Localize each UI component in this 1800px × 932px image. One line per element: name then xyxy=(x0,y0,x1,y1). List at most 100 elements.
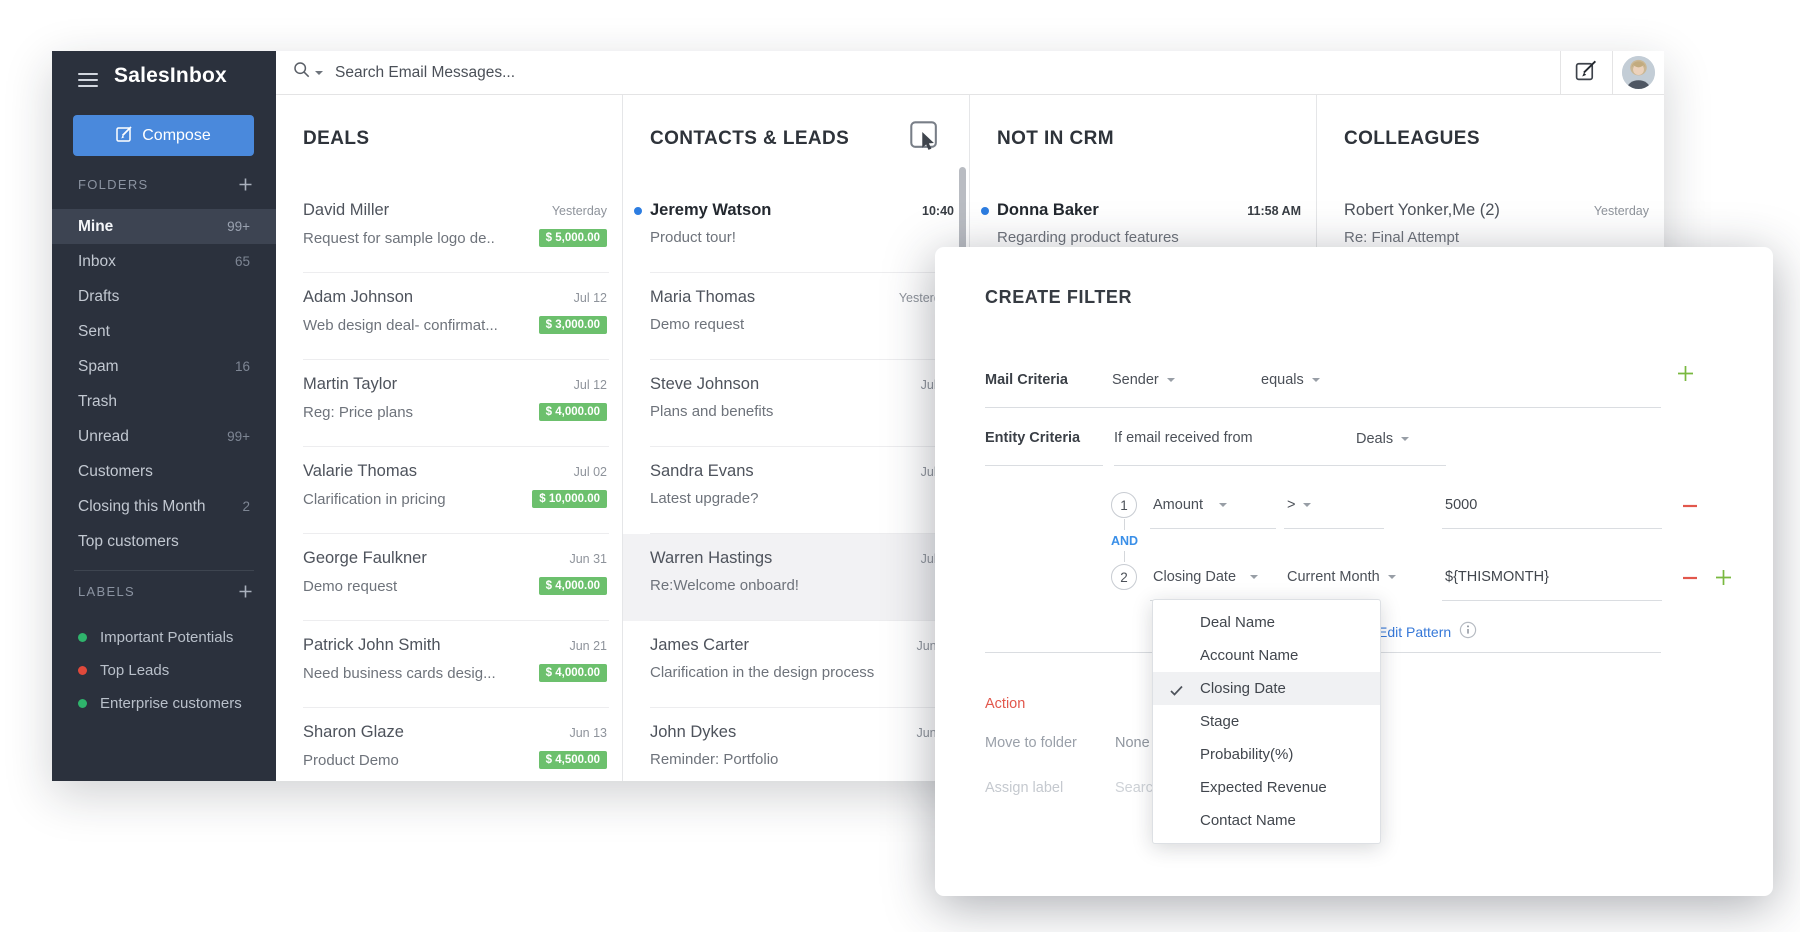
remove-condition-1-icon[interactable] xyxy=(1683,503,1697,509)
sidebar-item-mine[interactable]: Mine 99+ xyxy=(52,209,276,244)
condition-1-field-select[interactable]: Amount xyxy=(1153,497,1227,513)
sidebar-item-top-customers[interactable]: Top customers xyxy=(52,524,276,559)
new-message-button[interactable] xyxy=(1560,51,1612,94)
sidebar-item-spam[interactable]: Spam 16 xyxy=(52,349,276,384)
mail-criteria-underline xyxy=(985,407,1661,408)
email-subject: Regarding product features xyxy=(997,229,1179,246)
condition-1-value-input[interactable]: 5000 xyxy=(1445,497,1477,513)
sidebar-label-enterprise-customers[interactable]: Enterprise customers xyxy=(52,687,276,720)
add-label-icon[interactable] xyxy=(239,585,252,598)
email-date: Jun 31 xyxy=(569,552,607,566)
condition-2-field-select[interactable]: Closing Date xyxy=(1153,569,1259,585)
email-list-item[interactable]: George Faulkner Jun 31 Demo request $ 4,000… xyxy=(276,534,622,621)
column-deals: DEALS David Miller Yesterday Request for sa… xyxy=(276,95,623,781)
check-icon xyxy=(1170,683,1183,700)
condition-2-number: 2 xyxy=(1111,564,1137,590)
email-list-item[interactable]: David Miller Yesterday Request for sample … xyxy=(276,186,622,273)
add-folder-icon[interactable] xyxy=(239,178,252,191)
sender-name: Martin Taylor xyxy=(303,375,398,393)
field-dropdown-menu: Deal Name Account Name Closing Date Stage P… xyxy=(1152,599,1381,844)
email-subject: Demo request xyxy=(303,577,398,595)
entity-select[interactable]: Deals xyxy=(1356,431,1410,447)
deal-amount-badge: $ 4,000.00 xyxy=(538,664,607,682)
hamburger-menu-icon[interactable] xyxy=(78,73,98,87)
mail-criteria-operator-value: equals xyxy=(1261,372,1304,388)
condition-connector-line xyxy=(1124,551,1125,562)
email-subject: Product tour! xyxy=(650,229,736,246)
sidebar-item-trash[interactable]: Trash xyxy=(52,384,276,419)
condition-2-field-value: Closing Date xyxy=(1153,569,1237,585)
email-subject: Demo request xyxy=(650,316,745,333)
dropdown-option-stage[interactable]: Stage xyxy=(1153,705,1380,738)
dropdown-option-contact-name[interactable]: Contact Name xyxy=(1153,804,1380,837)
sidebar-label-important-potentials[interactable]: Important Potentials xyxy=(52,621,276,654)
entity-criteria-label: Entity Criteria xyxy=(985,430,1081,446)
dropdown-option-account-name[interactable]: Account Name xyxy=(1153,639,1380,672)
condition-2-operator-select[interactable]: Current Month xyxy=(1287,569,1396,585)
sidebar-item-sent[interactable]: Sent xyxy=(52,314,276,349)
compose-button[interactable]: Compose xyxy=(73,115,254,156)
column-title: CONTACTS & LEADS xyxy=(650,128,850,149)
sender-name: Robert Yonker,Me (2) xyxy=(1344,201,1500,219)
remove-condition-2-icon[interactable] xyxy=(1683,575,1697,581)
create-filter-modal: CREATE FILTER Mail Criteria Sender equal… xyxy=(935,247,1773,896)
select-cursor-icon[interactable] xyxy=(910,121,941,157)
dropdown-option-label: Stage xyxy=(1200,713,1240,730)
email-subject: Re: Final Attempt xyxy=(1344,229,1460,246)
mail-criteria-field-select[interactable]: Sender xyxy=(1112,372,1175,388)
label-name: Top Leads xyxy=(100,662,170,679)
condition-1-field-underline xyxy=(1150,528,1276,529)
email-list-item[interactable]: Warren HastingsJul 01Re:Welcome onboard! xyxy=(623,534,969,621)
sidebar-item-unread[interactable]: Unread 99+ xyxy=(52,419,276,454)
email-date: 10:40 xyxy=(922,204,954,218)
dropdown-option-probability[interactable]: Probability(%) xyxy=(1153,738,1380,771)
email-date: Jul 02 xyxy=(573,465,607,479)
add-mail-criteria-icon[interactable] xyxy=(1676,364,1694,382)
sidebar-label-top-leads[interactable]: Top Leads xyxy=(52,654,276,687)
user-menu[interactable] xyxy=(1612,51,1664,94)
email-subject: Clarification in pricing xyxy=(303,490,446,508)
sidebar-divider xyxy=(74,570,254,571)
compose-pencil-icon xyxy=(116,125,133,147)
condition-1-operator-select[interactable]: > xyxy=(1287,497,1312,513)
caret-down-icon xyxy=(1387,575,1396,579)
email-list-item[interactable]: Maria Thomas Yesterday Demo request xyxy=(623,273,969,360)
search-input[interactable] xyxy=(335,63,975,82)
dropdown-option-deal-name[interactable]: Deal Name xyxy=(1153,606,1380,639)
email-list-item[interactable]: Sandra EvansJul 02Latest upgrade? xyxy=(623,447,969,534)
add-condition-icon[interactable] xyxy=(1715,569,1732,586)
dropdown-option-expected-revenue[interactable]: Expected Revenue xyxy=(1153,771,1380,804)
sender-name: Valarie Thomas xyxy=(303,462,418,480)
deal-amount-badge: $ 4,000.00 xyxy=(538,577,607,595)
sidebar-item-drafts[interactable]: Drafts xyxy=(52,279,276,314)
email-subject: Reg: Price plans xyxy=(303,403,414,421)
folder-count: 99+ xyxy=(227,429,250,444)
folder-label: Top customers xyxy=(78,532,179,550)
email-list-item[interactable]: Valarie Thomas Jul 02 Clarification in pri… xyxy=(276,447,622,534)
email-subject: Web design deal- confirmat... xyxy=(303,316,498,334)
mail-criteria-label: Mail Criteria xyxy=(985,372,1068,388)
email-list-item[interactable]: Adam Johnson Jul 12 Web design deal- confi… xyxy=(276,273,622,360)
sidebar-item-customers[interactable]: Customers xyxy=(52,454,276,489)
dropdown-option-closing-date[interactable]: Closing Date xyxy=(1153,672,1380,705)
email-list-item[interactable]: Jeremy Watson 10:40 Product tour! xyxy=(623,186,969,273)
email-list-item[interactable]: Martin Taylor Jul 12 Reg: Price plans $ 4,0… xyxy=(276,360,622,447)
email-list-item[interactable]: James CarterJun 28Clarification in the d… xyxy=(623,621,969,708)
condition-1-operator-value: > xyxy=(1287,497,1296,513)
topbar xyxy=(276,51,1664,95)
email-list-item[interactable]: John DykesJun 21Reminder: Portfolio xyxy=(623,708,969,781)
compose-label: Compose xyxy=(142,126,211,144)
unread-dot xyxy=(981,207,989,215)
info-icon[interactable] xyxy=(1459,621,1477,639)
condition-2-value-input[interactable]: ${THISMONTH} xyxy=(1445,569,1549,585)
email-list-item[interactable]: Steve JohnsonJul 12Plans and benefits xyxy=(623,360,969,447)
edit-pattern-link[interactable]: Edit Pattern xyxy=(1378,624,1451,640)
folders-section-title: FOLDERS xyxy=(78,177,149,192)
caret-down-icon xyxy=(1303,503,1312,507)
email-list-item[interactable]: Sharon Glaze Jun 13 Product Demo $ 4,500.00 xyxy=(276,708,622,781)
mail-criteria-operator-select[interactable]: equals xyxy=(1261,372,1320,388)
search-scope-caret-icon[interactable] xyxy=(315,70,323,75)
sidebar-item-inbox[interactable]: Inbox 65 xyxy=(52,244,276,279)
email-list-item[interactable]: Patrick John Smith Jun 21 Need business ca… xyxy=(276,621,622,708)
sidebar-item-closing-this-month[interactable]: Closing this Month 2 xyxy=(52,489,276,524)
